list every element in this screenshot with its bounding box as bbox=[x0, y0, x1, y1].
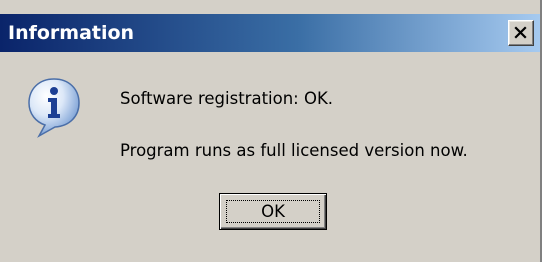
title-bar[interactable]: Information bbox=[0, 14, 540, 52]
close-icon bbox=[514, 26, 527, 39]
ok-button[interactable]: OK bbox=[219, 193, 327, 230]
close-button[interactable] bbox=[508, 20, 534, 46]
message-line-1: Software registration: OK. bbox=[120, 89, 334, 108]
dialog-title: Information bbox=[8, 22, 135, 44]
info-icon bbox=[28, 78, 80, 138]
message-line-2: Program runs as full licensed version no… bbox=[120, 141, 468, 160]
ok-button-label: OK bbox=[261, 202, 285, 221]
information-dialog: Information Software registration: OK. P… bbox=[0, 0, 542, 262]
